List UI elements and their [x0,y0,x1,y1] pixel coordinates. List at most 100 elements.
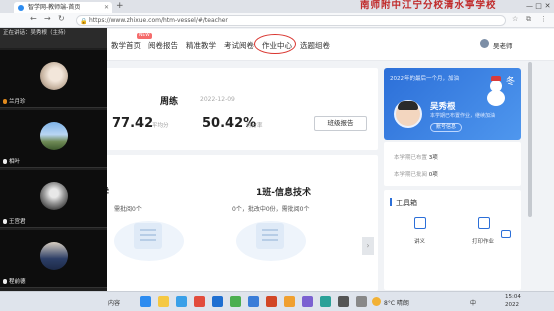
browser-toolbar: ← → ↻ 🔒 https://www.zhixue.com/htm-vesse… [0,13,554,28]
meeting-panel: 正在讲话：吴秀根（主持） 兰月珍 相叶 王宫君 程前德 ⌄ [0,28,107,303]
new-badge: NEW [137,33,152,39]
score-rate-label: 得分率 [246,123,263,129]
maximize-icon[interactable]: □ [534,0,543,12]
lock-icon: 🔒 [80,18,88,25]
participant-tile[interactable]: 相叶 [0,110,107,168]
toolbox-accent [390,198,392,206]
average-score-label: 平均分 [152,123,169,129]
tool-handout-label[interactable]: 讲义 [414,237,425,245]
print-icon[interactable] [478,217,490,229]
participant-avatar [40,182,68,210]
profile-card: 2022年的最后一个月，加油 冬 吴秀根 本学期已布置作业，继续加油 账号信息 [384,68,521,140]
window-controls: — □ ✕ [525,0,552,12]
app-icon[interactable] [194,296,205,307]
back-icon[interactable]: ← [30,14,37,23]
star-icon[interactable]: ☆ [512,15,518,23]
document-icon [134,223,162,249]
weekly-title: 周练 [160,97,179,107]
new-tab-button[interactable]: + [116,1,124,11]
chat-icon[interactable] [501,230,511,238]
participant-tile[interactable]: 兰月珍 [0,50,107,108]
app-icon[interactable] [320,296,331,307]
page-scrollbar[interactable] [528,62,532,217]
nav-item-question-bank[interactable]: 选题组卷 [300,40,330,51]
mic-icon [3,159,7,164]
app-icon[interactable] [356,296,367,307]
nav-item-reports[interactable]: 阅卷报告 [148,40,178,51]
window-banner-title: 南师附中江宁分校清水亭学校 [360,0,497,11]
folder-icon[interactable] [158,296,169,307]
user-name[interactable]: 吴老师 [493,40,513,50]
nav-item-precise-teaching[interactable]: 精准教学 [186,40,216,51]
stat-assigned: 本学期已布置 3项 [394,155,438,161]
close-window-icon[interactable]: ✕ [543,0,552,12]
class-sub-2: 0个，批改中0份，需批阅0个 [232,206,310,213]
participant-avatar [40,62,68,90]
average-score: 77.42 [112,116,154,131]
profile-greeting: 2022年的最后一个月，加油 [390,76,459,82]
profile-subtitle: 本学期已布置作业，继续加油 [430,113,496,119]
participant-tile[interactable]: 王宫君 [0,170,107,228]
mic-icon [3,219,7,224]
participant-label: 王宫君 [3,217,26,225]
stats-card [384,142,521,186]
speaking-label: 正在讲话：吴秀根（主持） [3,30,70,36]
class-sub-1: 需批阅0个 [114,206,142,213]
weekly-date: 2022-12-09 [200,96,235,103]
weather-text[interactable]: 8°C 晴朗 [384,298,409,307]
taskbar: 内容 8°C 晴朗 中 15:04 2022 [0,291,554,311]
meeting-app-icon[interactable] [212,296,223,307]
snowman-icon [487,90,505,106]
handout-icon[interactable] [414,217,426,229]
ime-indicator[interactable]: 中 [470,298,476,307]
mic-icon [3,279,7,284]
word-icon[interactable] [248,296,259,307]
wechat-icon[interactable] [230,296,241,307]
meeting-header: 正在讲话：吴秀根（主持） [0,28,107,48]
class-title-2[interactable]: 1班-信息技术 [256,185,311,198]
clock-date[interactable]: 2022 [505,302,519,308]
mic-icon [3,99,7,104]
participant-label: 程前德 [3,277,26,285]
annotation-circle [254,34,296,54]
tool-print-label[interactable]: 打印作业 [472,237,494,245]
nav-item-exams[interactable]: 考试阅卷 [224,40,254,51]
minimize-icon[interactable]: — [525,0,534,12]
classes-card: 学 需批阅0个 1班-信息技术 0个，批改中0份，需批阅0个 [100,155,378,291]
teacher-avatar [394,100,422,128]
clock-time[interactable]: 15:04 [505,294,521,300]
nav-item-home[interactable]: 教学首页 [111,40,141,51]
url-text: https://www.zhixue.com/htm-vessel/#/teac… [89,17,228,24]
tab-title: 智学网-教师端-首页 [28,4,81,11]
weather-icon [372,297,381,306]
avatar[interactable] [480,39,489,48]
participant-avatar [40,122,68,150]
snowman-hat [491,76,501,81]
participant-label: 相叶 [3,157,20,165]
snowman-head [490,80,502,92]
favicon-icon [18,5,24,11]
menu-icon[interactable]: ⋮ [540,15,547,23]
profile-name: 吴秀根 [430,102,456,112]
participant-tile[interactable]: 程前德 [0,230,107,288]
close-tab-icon[interactable]: ✕ [104,2,109,13]
class-report-button[interactable]: 班级报告 [314,116,367,131]
next-arrow-icon[interactable]: › [362,237,374,255]
edge-icon[interactable] [176,296,187,307]
weekly-card: 周练 2022-12-09 77.42 平均分 50.42% 得分率 班级报告 [100,68,378,150]
browser-app-icon[interactable] [140,296,151,307]
app-icon[interactable] [338,296,349,307]
forward-icon[interactable]: → [44,14,51,23]
toolbox-title: 工具箱 [396,199,417,207]
address-bar[interactable]: 🔒 https://www.zhixue.com/htm-vessel/#/te… [76,15,506,26]
reload-icon[interactable]: ↻ [58,14,65,23]
extensions-icon[interactable]: ⧉ [526,15,531,24]
app-icon[interactable] [302,296,313,307]
taskbar-app-label: 内容 [108,300,121,307]
season-label: 冬 [506,77,516,87]
participant-avatar [40,242,68,270]
browser-tab[interactable]: 智学网-教师端-首页 ✕ [14,2,112,13]
ppt-icon[interactable] [266,296,277,307]
account-info-button[interactable]: 账号信息 [430,123,462,132]
app-icon[interactable] [284,296,295,307]
